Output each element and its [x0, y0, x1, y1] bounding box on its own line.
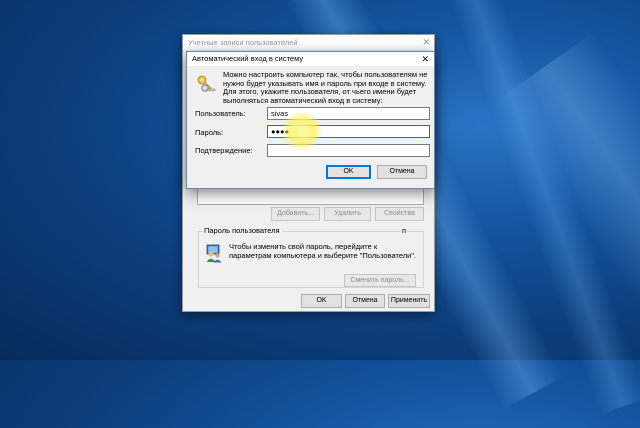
close-icon[interactable]: ✕: [421, 52, 429, 66]
password-field[interactable]: ●●●●: [267, 125, 430, 138]
username-label: Пользователь:: [195, 109, 246, 118]
user-accounts-title: Учетные записи пользователей: [188, 38, 298, 47]
cancel-button[interactable]: Отмена: [345, 294, 385, 308]
user-password-group-label: Пароль пользователя: [202, 226, 282, 235]
password-label: Пароль:: [195, 128, 224, 137]
username-field[interactable]: sivas: [267, 107, 430, 120]
desktop-light-beam: [442, 0, 640, 415]
password-change-hint: Чтобы изменить свой пароль, перейдите к …: [229, 242, 417, 260]
change-password-button[interactable]: Сменить пароль...: [344, 274, 416, 287]
keys-icon: [197, 75, 216, 93]
confirm-password-field[interactable]: [267, 144, 430, 157]
close-icon[interactable]: ✕: [422, 35, 430, 50]
auto-logon-title: Автоматический вход в систему: [192, 54, 304, 63]
properties-button[interactable]: Свойства: [375, 207, 424, 221]
auto-logon-dialog: Автоматический вход в систему ✕ Можно на…: [186, 51, 435, 189]
apply-button[interactable]: Применить: [388, 294, 430, 308]
user-password-group: Пароль пользователя п Чтобы изменить сво…: [198, 226, 424, 288]
users-icon: [206, 244, 222, 263]
user-accounts-titlebar: Учетные записи пользователей ✕: [183, 35, 434, 50]
auto-logon-description: Можно настроить компьютер так, чтобы пол…: [223, 70, 428, 105]
dialog-ok-button[interactable]: OK: [326, 165, 371, 179]
dialog-cancel-button[interactable]: Отмена: [377, 165, 427, 179]
remove-user-button[interactable]: Удалить: [324, 207, 371, 221]
confirm-password-label: Подтверждение:: [195, 146, 253, 155]
desktop-light-beam: [496, 31, 640, 428]
ok-button[interactable]: OK: [301, 294, 342, 308]
auto-logon-titlebar: Автоматический вход в систему ✕: [187, 52, 434, 66]
add-user-button[interactable]: Добавить...: [271, 207, 320, 221]
user-password-group-label-end: п: [400, 226, 407, 235]
